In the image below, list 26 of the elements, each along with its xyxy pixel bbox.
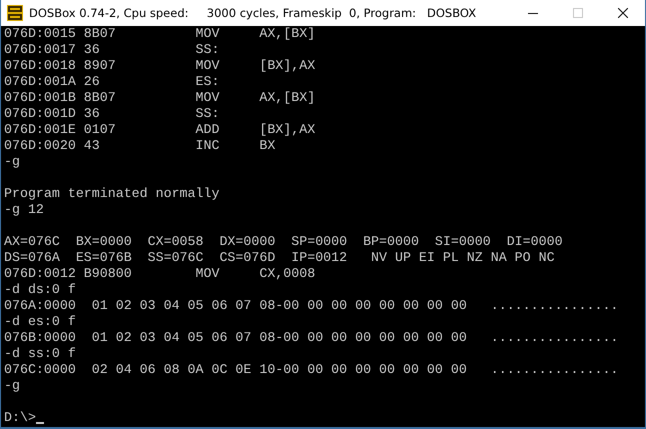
console-line: 076D:001E 0107 ADD [BX],AX (4, 122, 316, 138)
console-line: 076D:0017 36 SS: (4, 42, 220, 58)
console-line: -g 12 (4, 202, 44, 218)
console-line: 076D:0015 8B07 MOV AX,[BX] (4, 26, 316, 42)
app-icon (7, 5, 23, 21)
command-prompt: D:\> (4, 410, 36, 426)
console-line: 076D:0012 B90800 MOV CX,0008 (4, 266, 316, 282)
maximize-icon (572, 8, 582, 18)
console-line: 076A:0000 01 02 03 04 05 06 07 08-00 00 00 00 00 00 00 00 ................ (4, 298, 618, 314)
console-line: 076B:0000 01 02 03 04 05 06 07 08-00 00 00 00 00 00 00 00 ................ (4, 330, 618, 346)
console-line: -g (4, 378, 20, 394)
console-line: AX=076C BX=0000 CX=0058 DX=0000 SP=0000 BP=0000 SI=0000 DI=0000 (4, 234, 563, 250)
console-line: 076D:001D 36 SS: (4, 106, 220, 122)
console-line: 076D:0018 8907 MOV [BX],AX (4, 58, 316, 74)
console-line: 076D:0020 43 INC BX (4, 138, 276, 154)
console-line: 076C:0000 02 04 06 08 0A 0C 0E 10-00 00 00 00 00 00 00 00 ................ (4, 362, 618, 378)
close-icon (618, 8, 628, 18)
console-line: -d ds:0 f (4, 282, 76, 298)
console-line: DS=076A ES=076B SS=076C CS=076D IP=0012 NV UP EI PL NZ NA PO NC (4, 250, 555, 266)
console-line: 076D:001A 26 ES: (4, 74, 220, 90)
console-line: Program terminated normally (4, 186, 220, 202)
console-line: -d ss:0 f (4, 346, 76, 362)
console-line: 076D:001B 8B07 MOV AX,[BX] (4, 90, 316, 106)
console-line: -d es:0 f (4, 314, 76, 330)
console-line: -g (4, 154, 20, 170)
window-title: DOSBox 0.74-2, Cpu speed: 3000 cycles, Frameskip 0, Program: DOSBOX (29, 6, 478, 20)
